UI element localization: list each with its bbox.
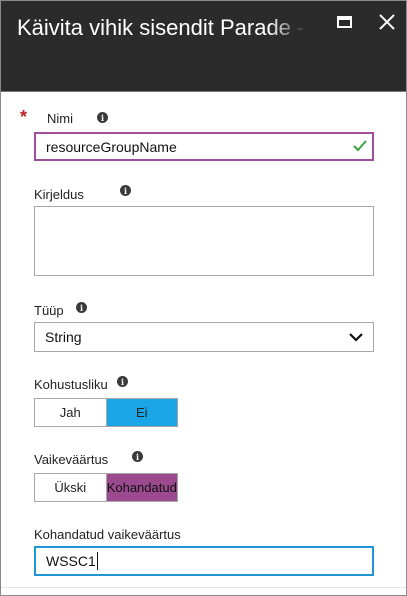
- type-label: Tüüp: [34, 303, 64, 318]
- info-icon[interactable]: i: [120, 185, 131, 196]
- type-selected-value: String: [45, 329, 82, 345]
- default-option-none[interactable]: Ükski: [35, 474, 106, 501]
- chevron-down-icon: [349, 333, 363, 342]
- custom-default-input[interactable]: WSSC1: [34, 546, 374, 576]
- mandatory-option-no[interactable]: Ei: [105, 399, 177, 426]
- maximize-icon: [336, 16, 352, 28]
- title-bar: Käivita vihik sisendit Parade -: [1, 1, 406, 92]
- text-caret: [96, 552, 98, 570]
- bottom-divider: [1, 587, 406, 588]
- mandatory-option-yes[interactable]: Jah: [35, 399, 106, 426]
- name-label: Nimi: [47, 111, 73, 126]
- default-value-label: Vaikeväärtus: [34, 452, 109, 467]
- name-input[interactable]: resourceGroupName: [34, 132, 374, 161]
- maximize-button[interactable]: [330, 9, 358, 35]
- name-input-value: resourceGroupName: [46, 138, 177, 155]
- mandatory-label: Kohustusliku: [34, 377, 108, 392]
- dialog-window: Käivita vihik sisendit Parade - * Nimi i…: [0, 0, 407, 596]
- required-marker: *: [20, 107, 28, 127]
- info-icon[interactable]: i: [76, 302, 87, 313]
- type-dropdown[interactable]: String: [34, 322, 374, 352]
- info-icon[interactable]: i: [117, 376, 128, 387]
- custom-default-value: WSSC1: [46, 553, 96, 569]
- default-option-custom[interactable]: Kohandatud: [105, 474, 177, 501]
- title-fade: [269, 9, 315, 45]
- check-icon: [353, 140, 367, 152]
- info-icon[interactable]: i: [97, 112, 108, 123]
- close-button[interactable]: [373, 9, 401, 35]
- mandatory-toggle: Jah Ei: [34, 398, 178, 427]
- description-textarea[interactable]: [34, 206, 374, 276]
- info-icon[interactable]: i: [132, 451, 143, 462]
- default-value-toggle: Ükski Kohandatud: [34, 473, 178, 502]
- custom-default-label: Kohandatud vaikeväärtus: [34, 527, 181, 542]
- description-label: Kirjeldus: [34, 187, 84, 202]
- close-icon: [379, 14, 395, 30]
